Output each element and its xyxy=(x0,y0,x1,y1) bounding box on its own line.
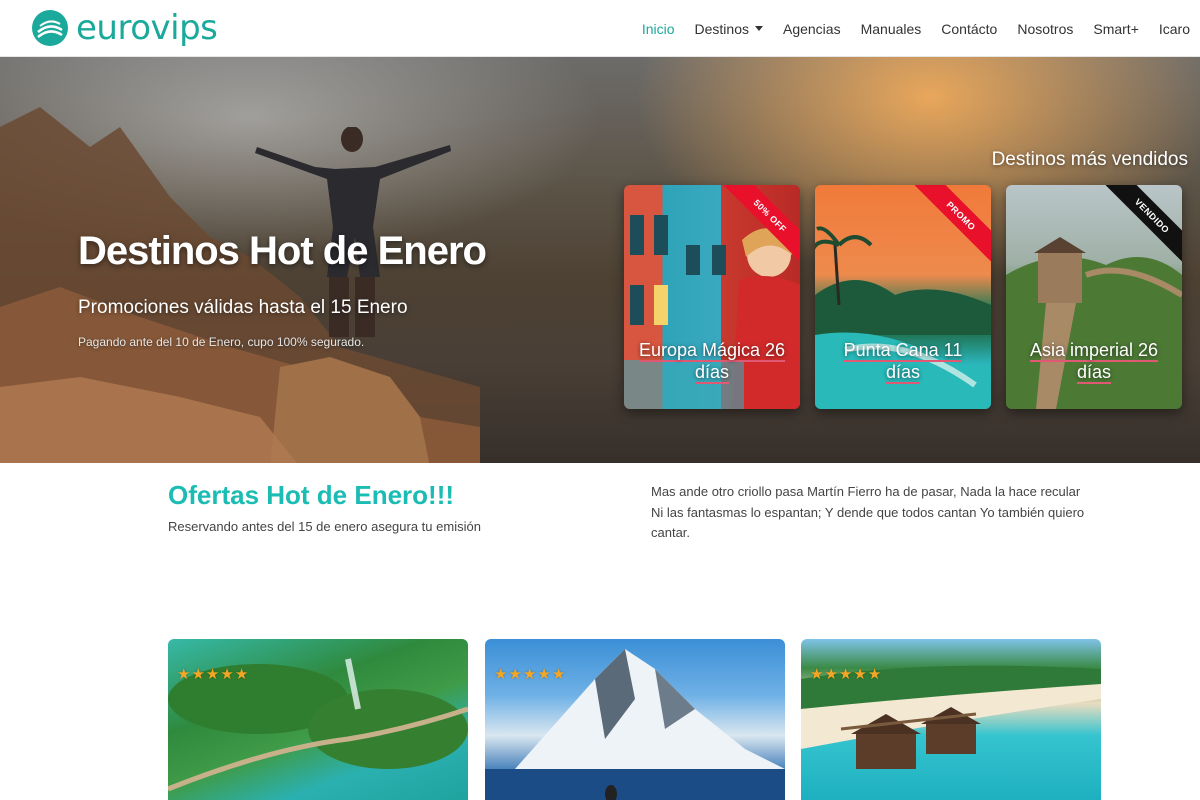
nav-menu: Inicio Destinos Agencias Manuales Contác… xyxy=(632,0,1200,57)
star-icon: ★ xyxy=(494,666,508,683)
top-navbar: eurovips Inicio Destinos Agencias Manual… xyxy=(0,0,1200,57)
destination-card-asia[interactable]: VENDIDO Asia imperial 26 días xyxy=(1006,185,1182,409)
star-icon: ★ xyxy=(191,666,205,683)
nav-item-agencias[interactable]: Agencias xyxy=(773,21,851,37)
star-icon: ★ xyxy=(537,666,551,683)
nav-item-destinos[interactable]: Destinos xyxy=(685,21,773,37)
star-icon: ★ xyxy=(234,666,249,683)
nav-item-nosotros[interactable]: Nosotros xyxy=(1007,21,1083,37)
hero-banner: Destinos Hot de Enero Promociones válida… xyxy=(0,57,1200,463)
star-icon: ★ xyxy=(205,666,220,683)
star-icon: ★ xyxy=(508,666,522,683)
hero-title: Destinos Hot de Enero xyxy=(78,229,487,273)
rating-stars: ★ ★ ★ ★ ★ xyxy=(494,667,565,682)
star-icon: ★ xyxy=(177,666,191,683)
destination-card-europa[interactable]: 50% OFF Europa Mágica 26 días xyxy=(624,185,800,409)
hero-subtitle: Promociones válidas hasta el 15 Enero xyxy=(78,297,408,318)
tour-card-beach[interactable]: ★ ★ ★ ★ ★ xyxy=(801,639,1101,800)
rating-stars: ★ ★ ★ ★ ★ xyxy=(177,667,248,682)
eurovips-logo-icon xyxy=(32,10,68,46)
offers-subtitle: Reservando antes del 15 de enero asegura… xyxy=(168,519,481,534)
nav-item-inicio[interactable]: Inicio xyxy=(632,21,685,37)
destination-name: Punta Cana 11 días xyxy=(843,340,963,384)
nav-item-contacto[interactable]: Contácto xyxy=(931,21,1007,37)
star-icon: ★ xyxy=(220,666,234,683)
nav-item-manuales[interactable]: Manuales xyxy=(851,21,932,37)
destination-card-label: Europa Mágica 26 días xyxy=(624,339,800,384)
tropical-beach-image xyxy=(801,665,1101,769)
star-icon: ★ xyxy=(551,666,566,683)
antarctica-mountain-image xyxy=(485,649,785,800)
destination-name: Europa Mágica 26 días xyxy=(638,340,786,384)
tour-card-lakes[interactable]: ★ ★ ★ ★ ★ xyxy=(168,639,468,800)
star-icon: ★ xyxy=(522,666,537,683)
brand-logo[interactable]: eurovips xyxy=(32,8,218,48)
destination-name: Asia imperial 26 días xyxy=(1029,340,1159,384)
hero-note: Pagando ante del 10 de Enero, cupo 100% … xyxy=(78,335,365,349)
nav-item-smart[interactable]: Smart+ xyxy=(1083,21,1149,37)
bestsellers-heading: Destinos más vendidos xyxy=(991,149,1188,170)
star-icon: ★ xyxy=(853,666,867,683)
offers-description: Mas ande otro criollo pasa Martín Fierro… xyxy=(651,484,1085,540)
destination-card-label: Punta Cana 11 días xyxy=(815,339,991,384)
star-icon: ★ xyxy=(838,666,853,683)
nav-item-icaro[interactable]: Icaro xyxy=(1149,21,1200,37)
star-icon: ★ xyxy=(810,666,824,683)
lakes-waterfall-image xyxy=(168,658,468,792)
brand-name: eurovips xyxy=(76,8,218,48)
rating-stars: ★ ★ ★ ★ ★ xyxy=(810,667,881,682)
destination-card-punta-cana[interactable]: PROMO Punta Cana 11 días xyxy=(815,185,991,409)
nav-item-label: Destinos xyxy=(694,20,749,37)
tour-card-antarctica[interactable]: ★ ★ ★ ★ ★ xyxy=(485,639,785,800)
star-icon: ★ xyxy=(824,666,838,683)
star-icon: ★ xyxy=(867,666,882,683)
destination-card-label: Asia imperial 26 días xyxy=(1006,339,1182,384)
offers-title: Ofertas Hot de Enero!!! xyxy=(168,480,455,510)
caret-down-icon xyxy=(754,26,763,31)
